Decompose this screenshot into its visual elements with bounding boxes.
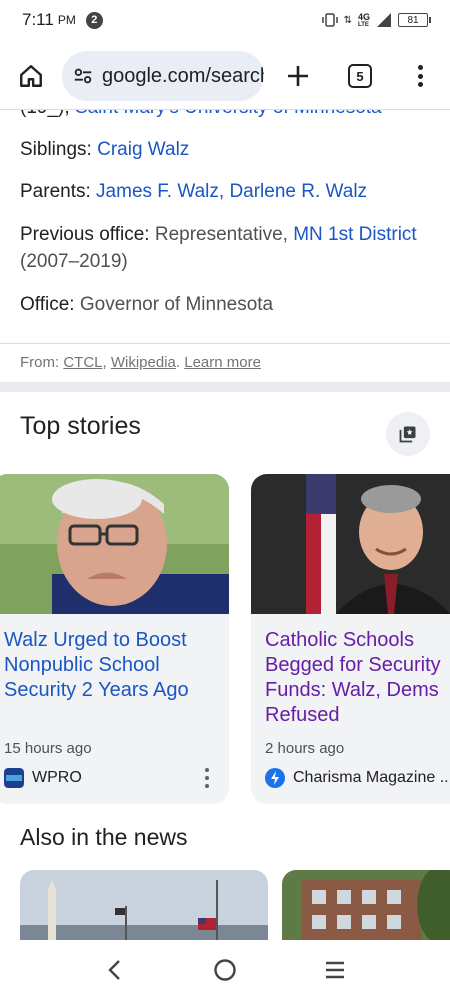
home-nav-button[interactable]: [210, 955, 240, 985]
parent-link-1[interactable]: James F. Walz: [96, 181, 219, 202]
also-news-thumbnail-1[interactable]: [20, 870, 268, 940]
status-bar: 7:11 PM 2 ⇅ 4G LTE 81: [0, 0, 450, 40]
source-attribution: From: CTCL, Wikipedia. Learn more: [20, 354, 261, 371]
parent-link-2[interactable]: Darlene R. Walz: [229, 181, 367, 202]
also-in-news-heading: Also in the news: [20, 824, 188, 850]
back-chevron-icon: [108, 960, 120, 980]
education-fact-cutoff: (19_), Saint Mary's University of Minnes…: [20, 110, 382, 119]
section-separator: [0, 382, 450, 392]
panel-divider: [0, 343, 450, 344]
signal-icon: [377, 13, 391, 27]
news-time-1: 15 hours ago: [4, 740, 92, 757]
recents-button[interactable]: [320, 955, 350, 985]
system-navigation-bar: [0, 940, 450, 1000]
news-card-1[interactable]: Walz Urged to Boost Nonpublic School Sec…: [0, 474, 229, 804]
news-thumbnail-1: [0, 474, 229, 614]
save-stories-button[interactable]: [386, 412, 430, 456]
url-text: google.com/search: [102, 64, 264, 87]
siblings-fact: Siblings: Craig Walz: [20, 139, 190, 160]
back-button[interactable]: [100, 955, 130, 985]
learn-more-link[interactable]: Learn more: [184, 354, 261, 371]
news-thumbnail-2: [251, 474, 450, 614]
top-stories-heading: Top stories: [20, 412, 141, 440]
news-source-2: Charisma Magazine ...: [265, 768, 450, 788]
wpro-logo-icon: [4, 768, 24, 788]
news-card-2[interactable]: Catholic Schools Begged for Security Fun…: [251, 474, 450, 804]
sibling-link[interactable]: Craig Walz: [97, 139, 189, 160]
site-settings-icon[interactable]: [72, 65, 94, 87]
data-arrows-icon: ⇅: [343, 14, 352, 26]
charisma-logo-icon: [265, 768, 285, 788]
network-subtype: LTE: [357, 21, 369, 28]
parents-fact: Parents: James F. Walz, Darlene R. Walz: [20, 181, 368, 202]
search-results: (19_), Saint Mary's University of Minnes…: [0, 110, 450, 940]
network-type: 4G: [357, 11, 370, 22]
also-news-thumbnail-2[interactable]: [282, 870, 450, 940]
collections-icon: [399, 426, 416, 443]
browser-toolbar: google.com/search 5: [0, 48, 450, 104]
vibrate-icon: [321, 13, 338, 27]
clock-time: 7:11: [22, 10, 54, 29]
home-icon: [20, 65, 42, 87]
new-tab-button[interactable]: [284, 62, 312, 90]
news-more-button-1[interactable]: [203, 768, 211, 788]
source-link-ctcl[interactable]: CTCL: [63, 354, 102, 371]
home-button[interactable]: [16, 61, 46, 91]
battery-level: 81: [407, 14, 419, 26]
battery-icon: 81: [398, 13, 431, 27]
plus-icon: [288, 66, 308, 86]
district-link[interactable]: MN 1st District: [293, 224, 417, 245]
previous-office-fact: Previous office: Representative, MN 1st …: [20, 224, 417, 272]
news-time-2: 2 hours ago: [265, 740, 345, 757]
news-headline-1[interactable]: Walz Urged to Boost Nonpublic School Sec…: [4, 628, 219, 703]
office-fact: Office: Governor of Minnesota: [20, 294, 274, 315]
source-link-wikipedia[interactable]: Wikipedia: [111, 354, 176, 371]
address-bar[interactable]: google.com/search: [62, 51, 264, 101]
overflow-menu-button[interactable]: [410, 61, 430, 91]
home-circle-icon: [214, 959, 236, 981]
clock-ampm: PM: [57, 13, 76, 27]
tab-switcher-button[interactable]: 5: [348, 64, 372, 88]
notification-count-badge: 2: [85, 11, 103, 29]
recents-menu-icon: [326, 961, 344, 979]
news-source-1: WPRO: [4, 768, 82, 788]
education-link[interactable]: Saint Mary's University of Minnesota: [75, 110, 382, 118]
news-headline-2[interactable]: Catholic Schools Begged for Security Fun…: [265, 628, 450, 728]
